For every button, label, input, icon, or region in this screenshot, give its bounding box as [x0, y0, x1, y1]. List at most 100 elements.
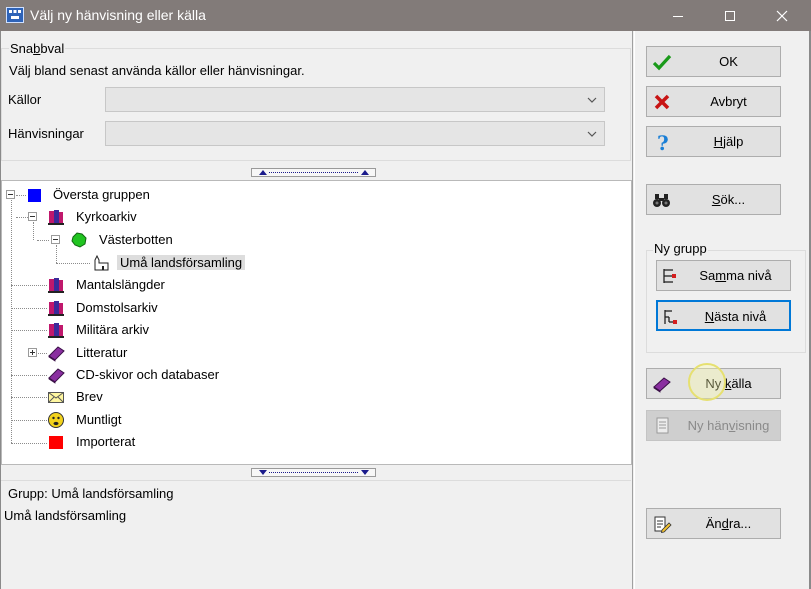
- nasta-label-part: ästa nivå: [714, 309, 767, 324]
- hjalp-label-rest: jälp: [723, 134, 744, 149]
- tree-line: [37, 240, 49, 241]
- hanvisningar-dropdown[interactable]: [105, 121, 605, 146]
- kallor-dropdown[interactable]: [105, 87, 605, 112]
- face-icon: [48, 412, 64, 428]
- tree-line: [38, 353, 47, 354]
- ok-label: OK: [719, 54, 738, 69]
- collapse-toggle[interactable]: [6, 190, 15, 199]
- ny-hanvisning-button[interactable]: Ny hänvisning: [646, 410, 781, 441]
- andra-label-part: ra...: [728, 516, 752, 531]
- nasta-niva-button[interactable]: Nästa nivå: [656, 300, 791, 331]
- avbryt-button[interactable]: Avbryt: [646, 86, 781, 117]
- tree-node-label: Umå landsförsamling: [117, 255, 246, 270]
- tree-line: [56, 245, 57, 263]
- source-tree[interactable]: Översta gruppen Kyrkoarkiv Västerbotten …: [1, 180, 632, 465]
- andra-mnemonic: d: [721, 516, 729, 531]
- envelope-icon: [48, 392, 64, 403]
- books-icon: [48, 278, 64, 293]
- collapse-toggle[interactable]: [28, 212, 37, 221]
- nasta-niva-label: Nästa nivå: [682, 309, 789, 324]
- same-level-icon: [663, 269, 676, 283]
- sok-label-rest: ök...: [720, 192, 746, 207]
- ny-hanvisning-label: Ny hänvisning: [677, 418, 780, 433]
- top-splitter-handle[interactable]: [251, 168, 376, 177]
- red-square-icon: [49, 436, 63, 449]
- document-icon: [656, 417, 669, 434]
- books-icon: [48, 210, 64, 225]
- tree-node-label: Kyrkoarkiv: [76, 209, 137, 224]
- tree-node-label: Importerat: [76, 434, 136, 449]
- cross-icon: [654, 94, 670, 110]
- book-icon: [48, 346, 65, 362]
- tree-line: [11, 375, 47, 376]
- ok-button[interactable]: OK: [646, 46, 781, 77]
- expand-toggle[interactable]: [28, 348, 37, 357]
- snabbval-legend: Snabbval: [9, 41, 66, 56]
- nasta-mnemonic: N: [704, 309, 715, 324]
- hjalp-button[interactable]: ? Hjälp: [646, 126, 781, 157]
- info-group-line: Grupp: Umå landsförsamling: [8, 486, 174, 501]
- splitter-grip: [269, 172, 358, 173]
- samma-label-part: ma nivå: [726, 268, 772, 283]
- samma-label-part: Sa: [699, 268, 716, 283]
- sok-button[interactable]: Sök...: [646, 184, 781, 215]
- arrow-up-icon: [361, 170, 369, 175]
- region-map-icon: [71, 232, 87, 248]
- hjalp-mnemonic: H: [713, 134, 724, 149]
- arrow-up-icon: [259, 170, 267, 175]
- splitter-grip: [269, 472, 358, 473]
- blue-square-icon: [28, 189, 41, 202]
- window-title: Välj ny hänvisning eller källa: [30, 7, 206, 23]
- tree-node-label: Domstolsarkiv: [76, 300, 158, 315]
- tree-line: [11, 443, 47, 444]
- tree-line: [11, 420, 47, 421]
- arrow-down-icon: [361, 470, 369, 475]
- minimize-button[interactable]: [655, 0, 701, 31]
- avbryt-label: Avbryt: [710, 94, 747, 109]
- book-icon: [48, 368, 65, 384]
- maximize-button[interactable]: [707, 0, 753, 31]
- tree-node-label: Brev: [76, 389, 103, 404]
- snabbval-hint: Välj bland senast använda källor eller h…: [9, 63, 305, 78]
- tree-line: [11, 285, 47, 286]
- close-button[interactable]: [759, 0, 805, 31]
- samma-niva-label: Samma nivå: [681, 268, 790, 283]
- sok-mnemonic: S: [711, 192, 721, 207]
- book-icon: [653, 377, 671, 393]
- tree-line: [11, 308, 47, 309]
- tree-line: [11, 397, 47, 398]
- tree-line: [56, 263, 90, 264]
- ny-grupp-group: Ny grupp Samma nivå Nästa nivå: [646, 241, 806, 353]
- snabbval-legend-part: Sna: [10, 41, 34, 56]
- andra-label: Ändra...: [677, 516, 780, 531]
- svg-text:?: ?: [657, 132, 669, 152]
- tree-line: [11, 200, 12, 443]
- tree-node-label: Översta gruppen: [53, 187, 150, 202]
- maximize-icon: [725, 10, 735, 21]
- checkmark-icon: [652, 54, 672, 71]
- samma-niva-button[interactable]: Samma nivå: [656, 260, 791, 291]
- info-detail-text: Umå landsförsamling: [4, 508, 127, 523]
- close-icon: [776, 10, 788, 21]
- arrow-down-icon: [259, 470, 267, 475]
- andra-button[interactable]: Ändra...: [646, 508, 781, 539]
- andra-label-part: Än: [705, 516, 722, 531]
- nykalla-label-part: Ny: [705, 376, 725, 391]
- collapse-toggle[interactable]: [51, 235, 60, 244]
- tree-node-label: Litteratur: [76, 345, 128, 360]
- ny-kalla-button[interactable]: Ny källa: [646, 368, 781, 399]
- minimize-icon: [673, 15, 683, 17]
- ny-kalla-label: Ny källa: [677, 376, 780, 391]
- chevron-down-icon: [587, 97, 597, 103]
- tree-line: [33, 222, 34, 240]
- ny-grupp-legend: Ny grupp: [653, 241, 708, 256]
- app-icon: [6, 7, 24, 23]
- tree-line: [16, 195, 26, 196]
- snabbval-legend-part: bval: [40, 41, 65, 56]
- church-icon: [94, 254, 109, 271]
- hjalp-label: Hjälp: [677, 134, 780, 149]
- binoculars-icon: [653, 194, 670, 207]
- bottom-splitter-handle[interactable]: [251, 468, 376, 477]
- edit-document-icon: [654, 516, 672, 534]
- tree-node-label: Mantalslängder: [76, 277, 165, 292]
